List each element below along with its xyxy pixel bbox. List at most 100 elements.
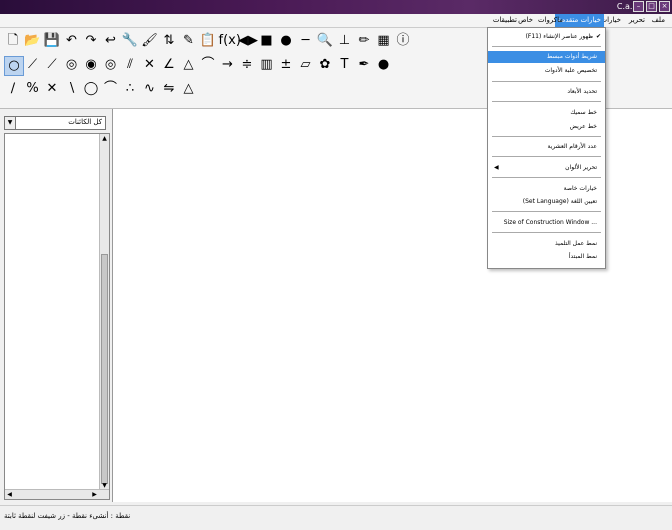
menu-bar: ملف تحرير خيارات خيارات متقدمة ماكروات خ… — [0, 14, 672, 28]
menu-item-student-mode[interactable]: نمط عمل التلميذ — [488, 238, 605, 250]
undo-icon[interactable]: ↶ — [63, 32, 81, 50]
ellipse-icon[interactable]: ◯ — [82, 80, 100, 98]
line-dash-icon[interactable]: ─ — [297, 32, 315, 50]
paint-icon[interactable]: 🖌 — [141, 32, 159, 50]
expression-icon[interactable]: ± — [277, 56, 295, 74]
ray-icon[interactable]: → — [219, 56, 237, 74]
text-icon[interactable]: T — [336, 56, 354, 74]
close-button[interactable]: × — [659, 1, 670, 12]
info-icon[interactable]: ⓘ — [394, 32, 412, 50]
separator — [492, 232, 601, 233]
minimize-button[interactable]: – — [633, 1, 644, 12]
menu-item-label: خط سميك — [570, 109, 597, 116]
angle-icon[interactable]: ∠ — [160, 56, 178, 74]
tangent-icon[interactable]: ∖ — [63, 80, 81, 98]
redo-icon[interactable]: ↷ — [82, 32, 100, 50]
triangle-outline-icon[interactable]: △ — [180, 80, 198, 98]
line-icon[interactable]: ⟋ — [43, 56, 61, 74]
menu-file[interactable]: ملف — [649, 14, 668, 27]
menu-item-label: (F11) ظهور عناصر الإنشاء — [525, 33, 593, 40]
path-icon[interactable]: ∿ — [141, 80, 159, 98]
intersection-icon[interactable]: ✕ — [141, 56, 159, 74]
function-icon[interactable]: f(x) — [219, 32, 241, 50]
circle3-icon[interactable]: ◎ — [102, 56, 120, 74]
horizontal-scrollbar[interactable]: ◀ ▶ — [5, 489, 109, 499]
circle-icon[interactable]: ◎ — [63, 56, 81, 74]
midpoint-icon[interactable]: ≑ — [238, 56, 256, 74]
sort-icon[interactable]: ⇅ — [160, 32, 178, 50]
arrows-icon[interactable]: ◀▶ — [238, 32, 258, 50]
separator — [492, 81, 601, 82]
zoom-icon[interactable]: 🔍 — [316, 32, 334, 50]
point-icon[interactable]: ○ — [4, 56, 24, 76]
back-icon[interactable]: ↩ — [102, 32, 120, 50]
gold-dot-icon[interactable]: ● — [375, 56, 393, 74]
menu-item-decimal-digits[interactable]: عدد الأرقام العشرية — [488, 141, 605, 153]
save-file-icon[interactable]: 💾 — [43, 32, 61, 50]
scroll-up-icon[interactable]: ▲ — [100, 134, 109, 143]
status-text: نقطة : أنشىء نقطة - زر شيفت لنقطة ثابتة — [4, 512, 131, 520]
object-filter-combo[interactable]: ▼ كل الكائنات — [4, 116, 106, 130]
menu-item-label: نمط عمل التلميذ — [555, 240, 597, 247]
menu-item-simple-toolbar[interactable]: شريط أدوات مبسط — [488, 51, 605, 63]
menu-item-edit-colors[interactable]: ◀ تحرير الألوان — [488, 162, 605, 174]
clipboard-icon[interactable]: 📋 — [199, 32, 217, 50]
object-list[interactable]: ▲ ▼ ◀ ▶ — [4, 133, 110, 500]
menu-item-label: شريط أدوات مبسط — [546, 53, 597, 60]
black-square-icon[interactable]: ■ — [258, 32, 276, 50]
menu-item-label: خط عريض — [569, 123, 597, 130]
maximize-button[interactable]: □ — [646, 1, 657, 12]
mirror-icon[interactable]: ⇋ — [160, 80, 178, 98]
menu-item-label: نمط المبتدأ — [568, 253, 597, 260]
menu-item-thick-line[interactable]: خط سميك — [488, 107, 605, 119]
triangle-icon[interactable]: △ — [180, 56, 198, 74]
menu-edit[interactable]: تحرير — [626, 14, 648, 27]
dot-icon[interactable]: ● — [277, 32, 295, 50]
scroll-thumb[interactable] — [101, 254, 108, 484]
gear-icon[interactable]: ✿ — [316, 56, 334, 74]
menu-item-special-options[interactable]: خيارات خاصة — [488, 183, 605, 195]
menu-item-beginner-mode[interactable]: نمط المبتدأ — [488, 251, 605, 263]
menu-macros[interactable]: ماكروات — [535, 14, 566, 27]
separator — [492, 101, 601, 102]
new-file-icon[interactable]: 🗋 — [4, 32, 22, 50]
vertical-scrollbar[interactable]: ▲ ▼ — [99, 134, 109, 490]
colors-icon[interactable]: ▦ — [375, 32, 393, 50]
separator — [492, 136, 601, 137]
ratio-icon[interactable]: ∕ — [4, 80, 22, 98]
parallel-icon[interactable]: ⫽ — [121, 56, 139, 74]
grid-icon[interactable]: ▥ — [258, 56, 276, 74]
separator — [492, 156, 601, 157]
polygon-icon[interactable]: ▱ — [297, 56, 315, 74]
edit-icon[interactable]: ✎ — [180, 32, 198, 50]
scroll-left-icon[interactable]: ◀ — [5, 490, 14, 499]
curve-icon[interactable]: ⌒ — [102, 80, 120, 98]
menu-item-wide-line[interactable]: خط عريض — [488, 121, 605, 133]
cross-icon[interactable]: ✕ — [43, 80, 61, 98]
menu-item-customize-toolbox[interactable]: تخصيص علبة الأدوات — [488, 65, 605, 77]
menu-item-dimensions[interactable]: تحديد الأبعاد — [488, 86, 605, 98]
menu-item-label: (Set Language) تعيين اللغة — [522, 198, 597, 205]
scroll-right-icon[interactable]: ▶ — [90, 490, 99, 499]
check-icon: ✔ — [595, 33, 601, 40]
menu-item-set-language[interactable]: (Set Language) تعيين اللغة — [488, 196, 605, 208]
menu-item-label: تخصيص علبة الأدوات — [544, 67, 597, 74]
chevron-down-icon[interactable]: ▼ — [5, 117, 16, 129]
pencil-icon[interactable]: ✏ — [355, 32, 373, 50]
open-file-icon[interactable]: 📂 — [24, 32, 42, 50]
polyline-icon[interactable]: ⌒ — [199, 56, 217, 74]
segment-icon[interactable]: ⟋ — [24, 56, 42, 74]
combo-label: كل الكائنات — [68, 118, 102, 126]
menu-item-construction-window-size[interactable]: Size of Construction Window ... — [488, 217, 605, 229]
menu-applications[interactable]: تطبيقات — [490, 14, 520, 27]
menu-item-label: عدد الأرقام العشرية — [547, 143, 597, 150]
menu-item-label: تحديد الأبعاد — [567, 88, 597, 95]
pen-icon[interactable]: ✒ — [355, 56, 373, 74]
dotted-icon[interactable]: ∴ — [121, 80, 139, 98]
percent-icon[interactable]: % — [24, 80, 42, 98]
title-bar: C.a.R – □ × — [0, 0, 672, 14]
circle2-icon[interactable]: ◉ — [82, 56, 100, 74]
wrench-icon[interactable]: 🔧 — [121, 32, 139, 50]
menu-item-show-construction[interactable]: ✔ (F11) ظهور عناصر الإنشاء — [488, 31, 605, 43]
axes-icon[interactable]: ⊥ — [336, 32, 354, 50]
